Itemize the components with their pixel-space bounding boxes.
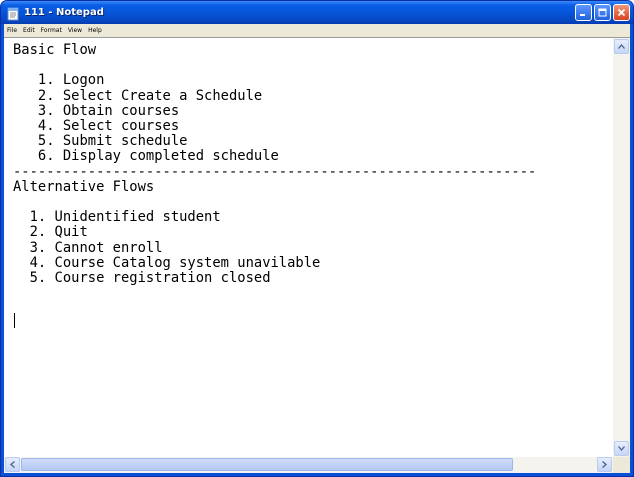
menu-format[interactable]: Format: [38, 24, 65, 37]
text-line: 2. Quit: [13, 224, 88, 241]
menu-view[interactable]: View: [65, 24, 85, 37]
size-grip[interactable]: [613, 457, 630, 473]
text-line: Alternative Flows: [13, 178, 155, 195]
text-line: 6. Display completed schedule: [13, 148, 279, 165]
arrow-up-icon: [618, 44, 625, 49]
arrow-right-icon: [602, 461, 607, 468]
client-area: Basic Flow 1. Logon 2. Select Create a S…: [4, 37, 630, 473]
window-title: 111 - Notepad: [24, 7, 104, 18]
scroll-left-button[interactable]: [5, 457, 20, 472]
scroll-right-button[interactable]: [597, 457, 612, 472]
menu-edit[interactable]: Edit: [20, 24, 38, 37]
text-line: 5. Submit schedule: [13, 133, 188, 150]
maximize-button[interactable]: [594, 4, 611, 21]
notepad-icon[interactable]: [6, 6, 20, 20]
maximize-icon: [598, 8, 607, 17]
arrow-down-icon: [618, 446, 625, 451]
scroll-down-button[interactable]: [614, 441, 629, 456]
text-line: 4. Select courses: [13, 118, 180, 135]
arrow-left-icon: [10, 461, 15, 468]
text-line: ----------------------------------------…: [13, 163, 537, 180]
text-editor[interactable]: Basic Flow 1. Logon 2. Select Create a S…: [4, 38, 613, 457]
menu-file[interactable]: File: [4, 24, 20, 37]
close-icon: [617, 8, 626, 17]
text-caret: [14, 313, 15, 328]
text-line: 1. Unidentified student: [13, 209, 221, 226]
notepad-window: 111 - Notepad File Edit Format View Help: [0, 0, 634, 477]
text-line: 2. Select Create a Schedule: [13, 87, 263, 104]
horizontal-scrollbar[interactable]: [4, 457, 613, 473]
close-button[interactable]: [613, 4, 630, 21]
document-text: Basic Flow 1. Logon 2. Select Create a S…: [4, 38, 613, 286]
minimize-button[interactable]: [575, 4, 592, 21]
menu-bar: File Edit Format View Help: [4, 24, 630, 37]
minimize-icon: [580, 14, 585, 16]
text-line: 4. Course Catalog system unavilable: [13, 254, 321, 271]
horizontal-scroll-thumb[interactable]: [21, 458, 513, 471]
text-line: 1. Logon: [13, 72, 105, 89]
title-bar[interactable]: 111 - Notepad: [1, 1, 633, 24]
text-line: 3. Cannot enroll: [13, 239, 163, 256]
scroll-up-button[interactable]: [614, 39, 629, 54]
menu-help[interactable]: Help: [85, 24, 105, 37]
text-line: 5. Course registration closed: [13, 270, 271, 287]
text-line: Basic Flow: [13, 42, 97, 58]
vertical-scrollbar[interactable]: [613, 38, 630, 457]
text-line: 3. Obtain courses: [13, 102, 180, 119]
